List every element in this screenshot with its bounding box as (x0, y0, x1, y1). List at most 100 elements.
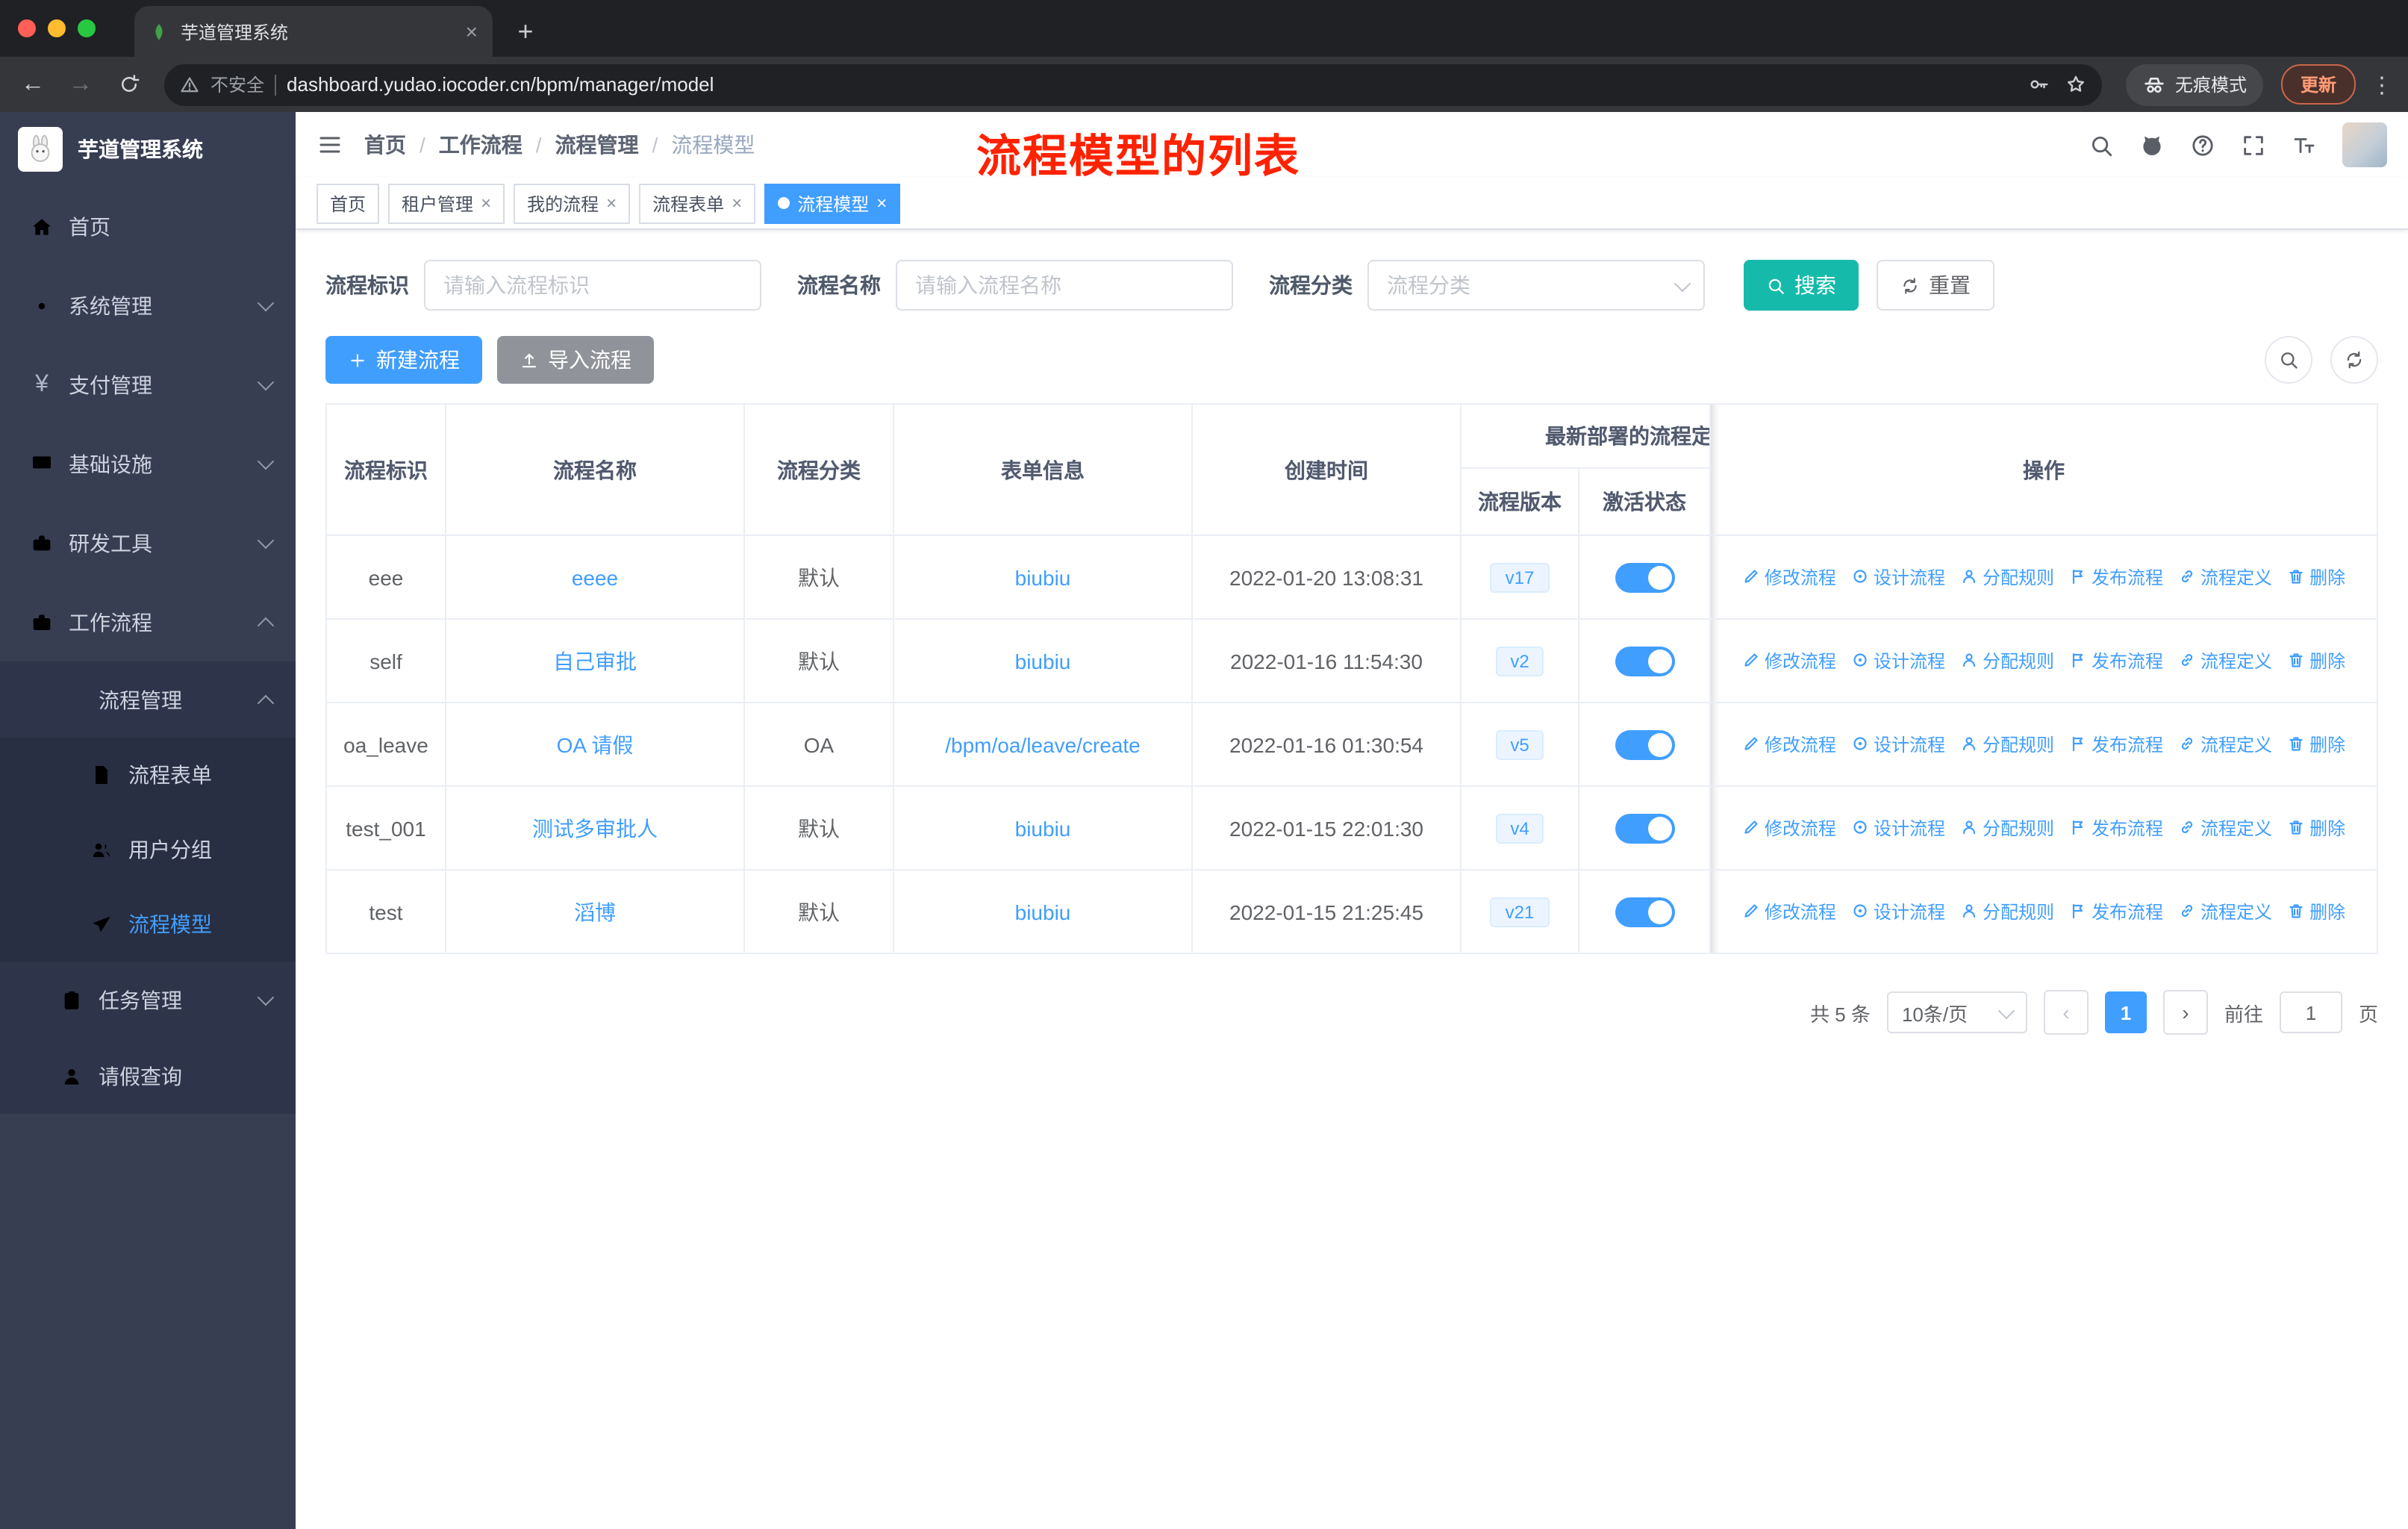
fullscreen-icon[interactable] (2241, 132, 2266, 158)
assign-rules-link[interactable]: 分配规则 (1960, 815, 2054, 841)
assign-rules-link[interactable]: 分配规则 (1960, 899, 2054, 924)
browser-update-button[interactable]: 更新 (2280, 64, 2356, 105)
delete-link[interactable]: 删除 (2287, 899, 2345, 924)
process-name-link[interactable]: OA 请假 (557, 732, 634, 756)
search-button[interactable]: 搜索 (1744, 260, 1859, 311)
version-badge[interactable]: v5 (1495, 729, 1544, 759)
assign-rules-link[interactable]: 分配规则 (1960, 564, 2054, 590)
search-icon[interactable] (2089, 132, 2114, 158)
refresh-table-button[interactable] (2330, 336, 2378, 384)
zoom-window-button[interactable] (78, 19, 96, 37)
sidebar-item-system[interactable]: 系统管理 (0, 266, 296, 345)
sidebar-item-user-group[interactable]: 用户分组 (0, 812, 296, 887)
create-process-button[interactable]: 新建流程 (325, 336, 482, 384)
edit-process-link[interactable]: 修改流程 (1742, 815, 1836, 841)
form-info-link[interactable]: /bpm/oa/leave/create (945, 732, 1141, 756)
publish-process-link[interactable]: 发布流程 (2069, 815, 2163, 841)
import-process-button[interactable]: 导入流程 (497, 336, 654, 384)
active-toggle[interactable] (1615, 729, 1674, 759)
assign-rules-link[interactable]: 分配规则 (1960, 648, 2054, 673)
process-definition-link[interactable]: 流程定义 (2178, 564, 2272, 590)
close-icon[interactable]: × (481, 193, 491, 214)
page-size-select[interactable]: 10条/页 (1886, 991, 2027, 1033)
close-window-button[interactable] (18, 19, 36, 37)
publish-process-link[interactable]: 发布流程 (2069, 899, 2163, 924)
form-info-link[interactable]: biubiu (1015, 816, 1071, 840)
sidebar-item-payment[interactable]: ¥ 支付管理 (0, 345, 296, 424)
edit-process-link[interactable]: 修改流程 (1742, 899, 1836, 924)
github-icon[interactable] (2139, 132, 2165, 158)
process-name-link[interactable]: eeee (572, 565, 618, 589)
process-name-link[interactable]: 测试多审批人 (532, 816, 658, 840)
process-definition-link[interactable]: 流程定义 (2178, 815, 2272, 841)
active-toggle[interactable] (1615, 813, 1674, 843)
design-process-link[interactable]: 设计流程 (1851, 564, 1945, 590)
process-definition-link[interactable]: 流程定义 (2178, 899, 2272, 924)
version-badge[interactable]: v17 (1490, 562, 1550, 592)
publish-process-link[interactable]: 发布流程 (2069, 648, 2163, 673)
delete-link[interactable]: 删除 (2287, 732, 2345, 757)
sidebar-item-leave-query[interactable]: 请假查询 (0, 1038, 296, 1114)
close-icon[interactable]: × (606, 193, 617, 214)
help-icon[interactable] (2190, 132, 2215, 158)
tag-process-model[interactable]: 流程模型 × (764, 183, 901, 223)
active-toggle[interactable] (1615, 897, 1674, 927)
assign-rules-link[interactable]: 分配规则 (1960, 732, 2054, 757)
close-icon[interactable]: × (876, 193, 887, 214)
tag-my-process[interactable]: 我的流程 × (514, 183, 631, 223)
sidebar-item-process-management[interactable]: 流程管理 (0, 661, 296, 738)
design-process-link[interactable]: 设计流程 (1851, 648, 1945, 673)
sidebar-item-process-model[interactable]: 流程模型 (0, 887, 296, 962)
address-bar[interactable]: 不安全 dashboard.yudao.iocoder.cn/bpm/manag… (164, 63, 2102, 105)
close-icon[interactable]: × (732, 193, 742, 214)
form-info-link[interactable]: biubiu (1015, 649, 1071, 673)
breadcrumb-workflow[interactable]: 工作流程 (439, 130, 523, 160)
breadcrumb-home[interactable]: 首页 (364, 130, 406, 160)
version-badge[interactable]: v21 (1490, 897, 1550, 927)
active-toggle[interactable] (1615, 562, 1674, 592)
user-avatar[interactable] (2342, 122, 2387, 167)
breadcrumb-process-management[interactable]: 流程管理 (555, 130, 639, 160)
toggle-search-button[interactable] (2265, 336, 2312, 384)
tab-close-icon[interactable]: × (466, 19, 478, 43)
active-toggle[interactable] (1615, 646, 1674, 676)
browser-menu-icon[interactable]: ⋮ (2371, 71, 2393, 98)
goto-page-input[interactable] (2279, 991, 2342, 1033)
sidebar-item-home[interactable]: 首页 (0, 187, 296, 266)
tag-process-form[interactable]: 流程表单 × (639, 183, 756, 223)
page-number-current[interactable]: 1 (2104, 991, 2147, 1033)
password-key-icon[interactable] (2027, 73, 2050, 96)
tag-tenant[interactable]: 租户管理 × (388, 183, 505, 223)
forward-button[interactable]: → (60, 63, 102, 105)
delete-link[interactable]: 删除 (2287, 564, 2345, 590)
process-name-link[interactable]: 自己审批 (553, 649, 637, 673)
minimize-window-button[interactable] (48, 19, 66, 37)
next-page-button[interactable]: › (2162, 990, 2208, 1035)
design-process-link[interactable]: 设计流程 (1851, 732, 1945, 757)
process-key-input[interactable] (424, 260, 761, 311)
edit-process-link[interactable]: 修改流程 (1742, 564, 1836, 590)
bookmark-star-icon[interactable] (2065, 73, 2087, 96)
reset-button[interactable]: 重置 (1877, 260, 1994, 311)
version-badge[interactable]: v4 (1495, 813, 1544, 843)
sidebar-item-task-management[interactable]: 任务管理 (0, 962, 296, 1038)
sidebar-item-process-form[interactable]: 流程表单 (0, 738, 296, 812)
form-info-link[interactable]: biubiu (1015, 565, 1071, 589)
prev-page-button[interactable]: ‹ (2043, 990, 2089, 1035)
sidebar-item-infrastructure[interactable]: 基础设施 (0, 424, 296, 503)
sidebar-item-workflow[interactable]: 工作流程 (0, 582, 296, 661)
process-definition-link[interactable]: 流程定义 (2178, 648, 2272, 673)
design-process-link[interactable]: 设计流程 (1851, 899, 1945, 924)
reload-button[interactable] (107, 63, 149, 105)
back-button[interactable]: ← (12, 63, 54, 105)
sidebar-item-devtools[interactable]: 研发工具 (0, 503, 296, 582)
tag-home[interactable]: 首页 (316, 183, 380, 223)
process-name-input[interactable] (896, 260, 1233, 311)
process-definition-link[interactable]: 流程定义 (2178, 732, 2272, 757)
font-size-icon[interactable] (2292, 132, 2317, 158)
edit-process-link[interactable]: 修改流程 (1742, 732, 1836, 757)
edit-process-link[interactable]: 修改流程 (1742, 648, 1836, 673)
publish-process-link[interactable]: 发布流程 (2069, 564, 2163, 590)
category-select[interactable]: 流程分类 (1367, 260, 1705, 311)
publish-process-link[interactable]: 发布流程 (2069, 732, 2163, 757)
